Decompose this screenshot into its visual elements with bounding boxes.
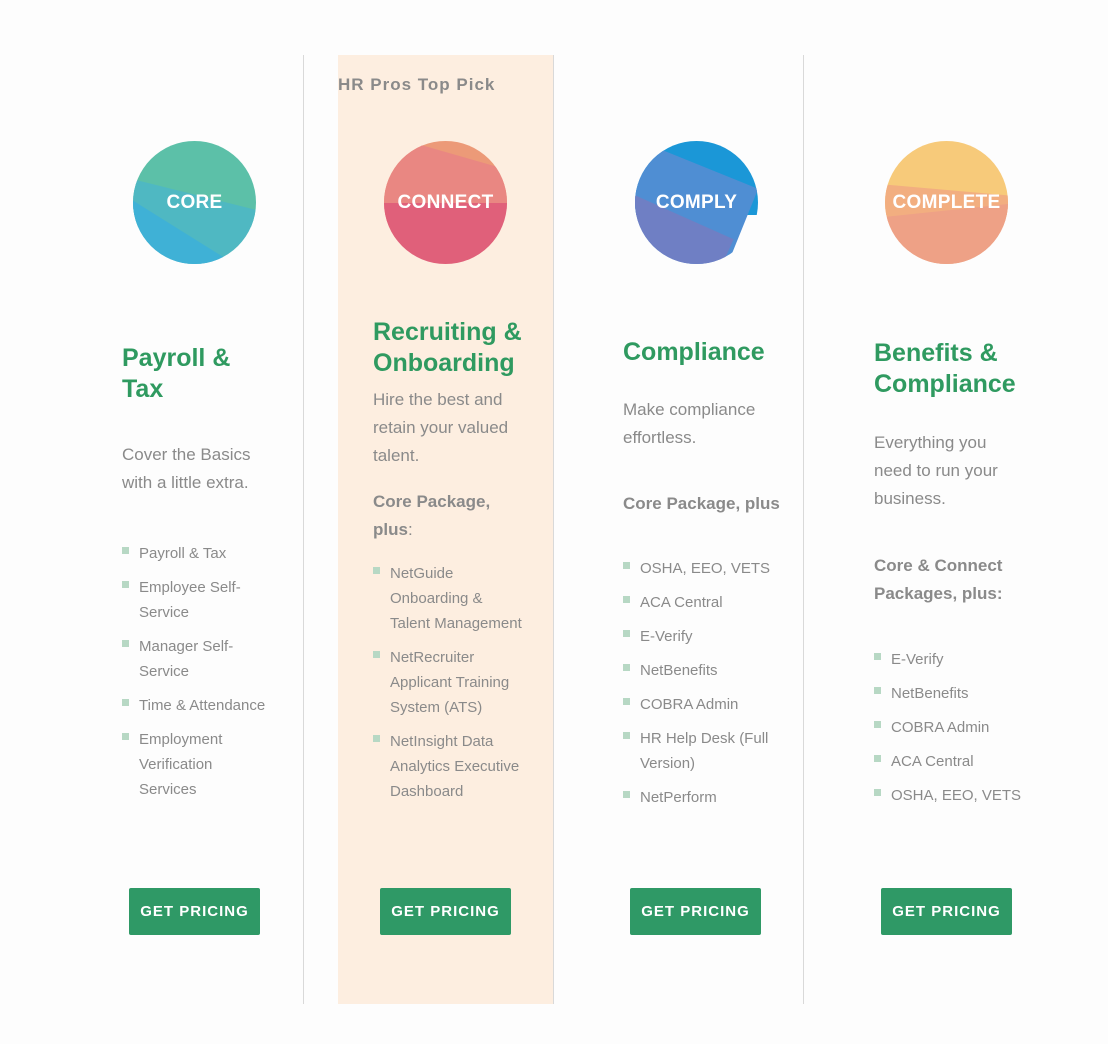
- get-pricing-button[interactable]: GET PRICING: [630, 888, 761, 935]
- feature-item: E-Verify: [623, 624, 773, 649]
- feature-label: NetRecruiter Applicant Training System (…: [390, 649, 510, 716]
- feature-label: E-Verify: [640, 628, 693, 645]
- feature-label: NetInsight Data Analytics Executive Dash…: [390, 733, 520, 800]
- plan-card-comply: COMPLY Compliance Make compliance effort…: [553, 55, 803, 1004]
- bullet-icon: [623, 698, 630, 705]
- plan-description: Make compliance effortless.: [623, 400, 756, 447]
- bullet-icon: [373, 651, 380, 658]
- bullet-icon: [874, 653, 881, 660]
- plan-badge-label: COMPLETE: [892, 191, 1001, 213]
- feature-label: NetBenefits: [891, 685, 969, 702]
- feature-label: Manager Self-Service: [139, 638, 234, 680]
- feature-item: Time & Attendance: [122, 693, 272, 718]
- feature-label: Employee Self-Service: [139, 579, 241, 621]
- bullet-icon: [874, 687, 881, 694]
- feature-label: OSHA, EEO, VETS: [891, 787, 1022, 804]
- feature-label: NetBenefits: [640, 662, 718, 679]
- feature-item: OSHA, EEO, VETS: [623, 556, 773, 581]
- feature-item: HR Help Desk (Full Version): [623, 726, 773, 776]
- feature-item: E-Verify: [874, 647, 1034, 672]
- top-pick-badge: HR Pros Top Pick: [338, 75, 496, 94]
- plan-badge-circle: CONNECT: [384, 141, 507, 264]
- bullet-icon: [623, 596, 630, 603]
- plan-card-core: CORE Payroll & Tax Cover the Basics with…: [53, 55, 303, 1004]
- bullet-icon: [122, 733, 129, 740]
- feature-item: NetGuide Onboarding & Talent Management: [373, 561, 523, 636]
- bullet-icon: [122, 640, 129, 647]
- get-pricing-button[interactable]: GET PRICING: [881, 888, 1012, 935]
- get-pricing-button[interactable]: GET PRICING: [129, 888, 260, 935]
- feature-item: NetBenefits: [874, 681, 1034, 706]
- bullet-icon: [122, 581, 129, 588]
- bullet-icon: [373, 567, 380, 574]
- feature-label: E-Verify: [891, 651, 944, 668]
- feature-label: COBRA Admin: [640, 696, 739, 713]
- feature-label: HR Help Desk (Full Version): [640, 730, 769, 772]
- feature-label: Employment Verification Services: [139, 731, 223, 798]
- plan-description: Everything you need to run your business…: [874, 433, 998, 508]
- feature-label: COBRA Admin: [891, 719, 990, 736]
- plan-badge-label: COMPLY: [655, 191, 738, 213]
- feature-list: E-Verify NetBenefits COBRA Admin ACA Cen…: [874, 647, 1034, 817]
- plan-title: Benefits & Compliance: [874, 339, 1016, 398]
- plan-card-connect: HR Pros Top Pick CONNECT Recruiting & On…: [303, 55, 553, 1004]
- feature-item: OSHA, EEO, VETS: [874, 783, 1034, 808]
- bullet-icon: [874, 721, 881, 728]
- feature-label: OSHA, EEO, VETS: [640, 560, 771, 577]
- bullet-icon: [874, 789, 881, 796]
- feature-item: COBRA Admin: [623, 692, 773, 717]
- plan-badge-label: CORE: [166, 191, 223, 213]
- bullet-icon: [373, 735, 380, 742]
- bullet-icon: [623, 630, 630, 637]
- feature-list: Payroll & Tax Employee Self-Service Mana…: [122, 541, 272, 811]
- feature-item: Employment Verification Services: [122, 727, 272, 802]
- plan-description: Cover the Basics with a little extra.: [122, 445, 251, 492]
- bullet-icon: [623, 732, 630, 739]
- feature-label: NetPerform: [640, 789, 717, 806]
- bullet-icon: [623, 664, 630, 671]
- plan-subheading: Core Package, plus: [623, 494, 780, 513]
- feature-item: NetPerform: [623, 785, 773, 810]
- plan-card-complete: COMPLETE Benefits & Compliance Everythin…: [803, 55, 1053, 1004]
- feature-item: NetInsight Data Analytics Executive Dash…: [373, 729, 523, 804]
- bullet-icon: [122, 699, 129, 706]
- plan-badge-label: CONNECT: [397, 191, 494, 213]
- feature-label: NetGuide Onboarding & Talent Management: [390, 565, 522, 632]
- feature-label: Time & Attendance: [139, 697, 266, 714]
- bullet-icon: [874, 755, 881, 762]
- bullet-icon: [122, 547, 129, 554]
- plan-badge-circle: CORE: [133, 141, 256, 264]
- get-pricing-button[interactable]: GET PRICING: [380, 888, 511, 935]
- feature-item: Manager Self-Service: [122, 634, 272, 684]
- feature-list: NetGuide Onboarding & Talent Management …: [373, 561, 523, 813]
- plan-badge-circle: COMPLETE: [885, 141, 1008, 264]
- subheading-suffix: :: [407, 520, 413, 539]
- feature-item: NetRecruiter Applicant Training System (…: [373, 645, 523, 720]
- plan-title: Recruiting & Onboarding: [373, 318, 522, 377]
- feature-label: ACA Central: [891, 753, 974, 770]
- feature-label: Payroll & Tax: [139, 545, 227, 562]
- feature-label: ACA Central: [640, 594, 723, 611]
- feature-item: Employee Self-Service: [122, 575, 272, 625]
- feature-item: COBRA Admin: [874, 715, 1034, 740]
- plan-subheading: Core Package, plus:: [373, 488, 513, 544]
- plan-title: Payroll & Tax: [122, 344, 231, 403]
- plan-title: Compliance: [623, 338, 765, 366]
- bullet-icon: [623, 562, 630, 569]
- feature-item: ACA Central: [623, 590, 773, 615]
- plan-description: Hire the best and retain your valued tal…: [373, 390, 509, 465]
- feature-list: OSHA, EEO, VETS ACA Central E-Verify Net…: [623, 556, 773, 819]
- subheading-text: Core Package, plus: [373, 492, 491, 539]
- plan-badge-circle: COMPLY: [635, 141, 758, 264]
- feature-item: Payroll & Tax: [122, 541, 272, 566]
- plan-subheading: Core & Connect Packages, plus:: [874, 556, 1003, 603]
- feature-item: ACA Central: [874, 749, 1034, 774]
- feature-item: NetBenefits: [623, 658, 773, 683]
- bullet-icon: [623, 791, 630, 798]
